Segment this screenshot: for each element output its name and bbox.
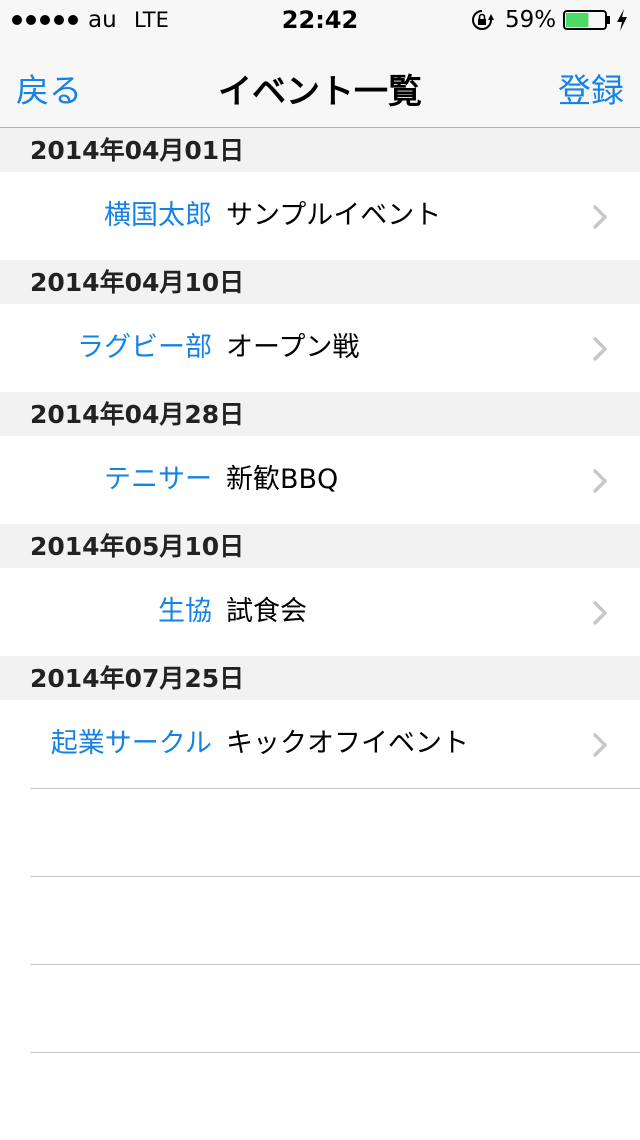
event-name: 試食会 [226,596,307,627]
navigation-bar: 戻る イベント一覧 登録 [0,40,640,128]
event-name: オープン戦 [226,332,360,363]
event-row[interactable]: 横国太郎 サンプルイベント [0,172,640,260]
rotation-lock-icon [472,10,494,30]
empty-row-separator [30,788,640,876]
event-row[interactable]: 起業サークル キックオフイベント [0,700,640,788]
section-header-date: 2014年04月28日 [0,392,640,436]
battery-icon [563,10,610,30]
empty-row-separator [30,1052,640,1140]
section-header-date: 2014年04月01日 [0,128,640,172]
section-header-date: 2014年07月25日 [0,656,640,700]
chevron-right-icon [593,469,607,493]
status-bar: au LTE 22:42 59% [0,0,640,40]
top-bar: au LTE 22:42 59% 戻る イベント一覧 登録 [0,0,640,128]
section-header-date: 2014年04月10日 [0,260,640,304]
event-organizer: ラグビー部 [77,332,212,363]
register-button[interactable]: 登録 [558,64,624,112]
empty-row-separator [30,964,640,1052]
chevron-right-icon [593,733,607,757]
event-organizer: 生協 [158,596,212,627]
chevron-right-icon [593,337,607,361]
event-row[interactable]: テニサー 新歓BBQ [0,436,640,524]
page-title: イベント一覧 [218,72,422,112]
event-organizer: テニサー [104,464,212,495]
section-header-date: 2014年05月10日 [0,524,640,568]
battery-percentage: 59% [505,7,557,33]
chevron-right-icon [593,205,607,229]
empty-row-separator [30,876,640,964]
event-name: サンプルイベント [226,200,442,231]
event-organizer: 起業サークル [50,728,212,759]
charging-bolt-icon [617,9,627,31]
event-name: 新歓BBQ [226,464,339,495]
event-organizer: 横国太郎 [104,200,212,231]
event-row[interactable]: 生協 試食会 [0,568,640,656]
event-list: 2014年04月01日 横国太郎 サンプルイベント 2014年04月10日 ラグ… [0,128,640,1140]
chevron-right-icon [593,601,607,625]
event-name: キックオフイベント [226,728,469,759]
empty-table-area [0,788,640,1140]
event-row[interactable]: ラグビー部 オープン戦 [0,304,640,392]
